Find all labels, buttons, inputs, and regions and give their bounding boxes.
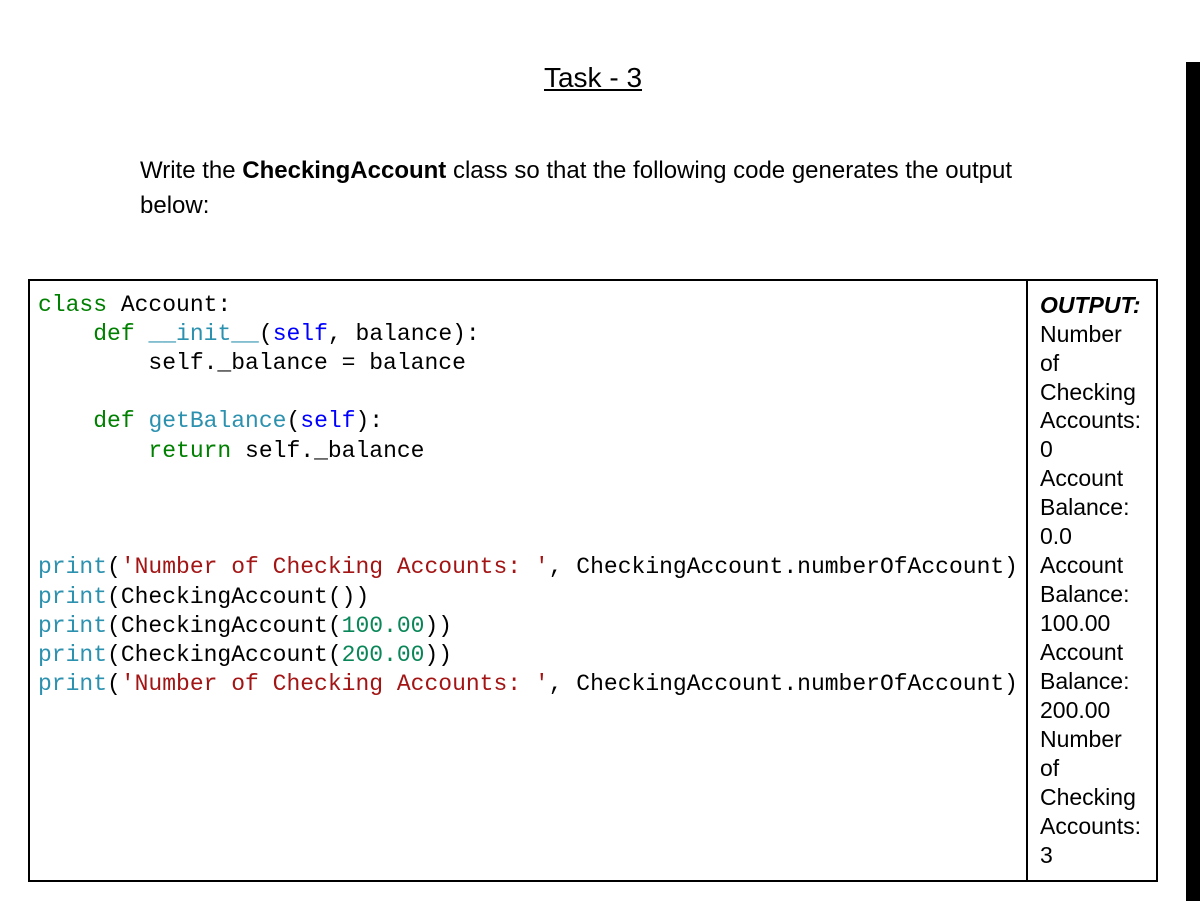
paren-close: )) (424, 642, 452, 668)
output-line: Account Balance: 0.0 (1040, 464, 1146, 551)
paren: (CheckingAccount( (107, 613, 342, 639)
task-instructions: Write the CheckingAccount class so that … (140, 154, 1046, 224)
kw-def: def (93, 321, 134, 347)
print-rest: , CheckingAccount.numberOfAccount) (549, 671, 1018, 697)
class-name: Account: (107, 292, 231, 318)
instructions-prefix: Write the (140, 157, 242, 184)
paren-close: ): (356, 408, 384, 434)
number-literal: 200.00 (342, 642, 425, 668)
code-cell: class Account: def __init__(self, balanc… (30, 281, 1028, 880)
return-body: self._balance (231, 438, 424, 464)
paren: ( (107, 671, 121, 697)
kw-class: class (38, 292, 107, 318)
print-fn: print (38, 613, 107, 639)
print-fn: print (38, 642, 107, 668)
paren: (CheckingAccount( (107, 642, 342, 668)
print-fn: print (38, 584, 107, 610)
init-body: self._balance = balance (148, 350, 465, 376)
output-heading: OUTPUT: (1040, 291, 1146, 320)
number-literal: 100.00 (342, 613, 425, 639)
print-fn: print (38, 671, 107, 697)
output-line: Number of Checking Accounts: 3 (1040, 725, 1146, 870)
output-cell: OUTPUT: Number of Checking Accounts: 0 A… (1028, 281, 1156, 880)
kw-def: def (93, 408, 134, 434)
indent (38, 321, 93, 347)
instructions-classname: CheckingAccount (242, 157, 446, 184)
print-rest: , CheckingAccount.numberOfAccount) (549, 554, 1018, 580)
string-literal: 'Number of Checking Accounts: ' (121, 554, 549, 580)
self-param: self (300, 408, 355, 434)
output-line: Account Balance: 200.00 (1040, 638, 1146, 725)
print-fn: print (38, 554, 107, 580)
output-line: Account Balance: 100.00 (1040, 551, 1146, 638)
paren: ( (286, 408, 300, 434)
init-params-rest: , balance): (328, 321, 480, 347)
print-body: (CheckingAccount()) (107, 584, 369, 610)
indent (38, 408, 93, 434)
content-table: class Account: def __init__(self, balanc… (28, 279, 1158, 882)
paren-close: )) (424, 613, 452, 639)
string-literal: 'Number of Checking Accounts: ' (121, 671, 549, 697)
output-line: Number of Checking Accounts: 0 (1040, 320, 1146, 465)
getbalance-name: getBalance (135, 408, 287, 434)
self-param: self (273, 321, 328, 347)
paren: ( (107, 554, 121, 580)
kw-return: return (148, 438, 231, 464)
indent (38, 350, 148, 376)
init-name: __init__ (135, 321, 259, 347)
task-title: Task - 3 (0, 62, 1186, 94)
paren: ( (259, 321, 273, 347)
indent (38, 438, 148, 464)
